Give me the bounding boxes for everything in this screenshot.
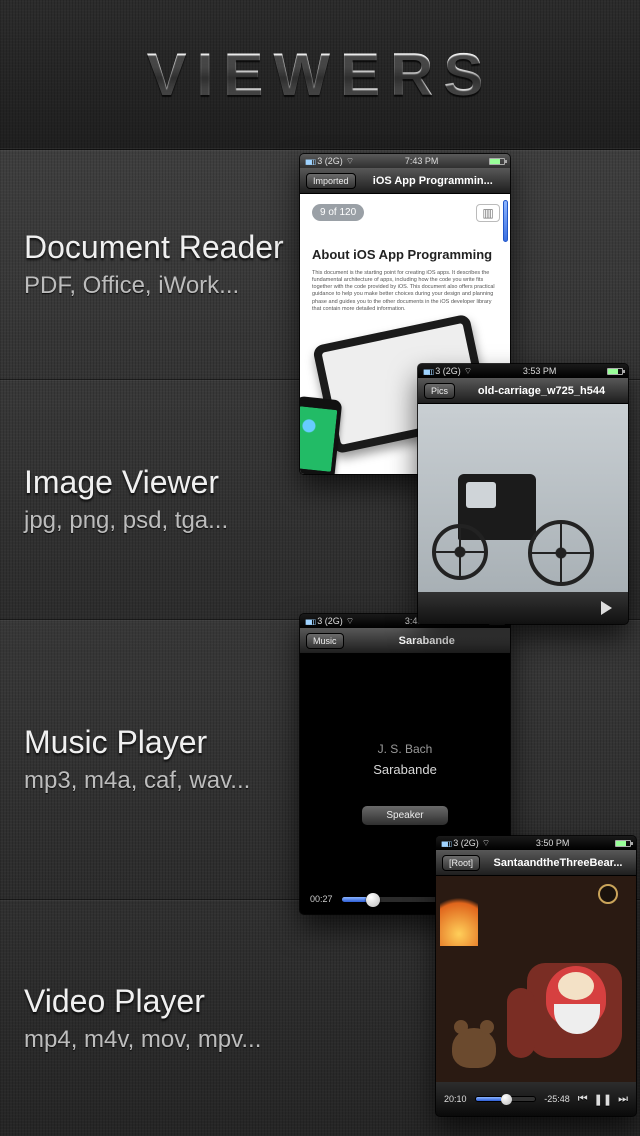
wifi-icon [464, 366, 472, 377]
signal-icon [305, 156, 314, 166]
bear-illustration [452, 1028, 496, 1068]
video-toolbar: 20:10 -25:48 ⏮ ❚❚ ⏭ [436, 1082, 636, 1116]
nav-title: Sarabande [350, 635, 504, 647]
page-counter-badge: 9 of 120 [312, 204, 364, 221]
signal-icon [423, 366, 432, 376]
status-bar: 3 (2G) 3:50 PM [436, 836, 636, 850]
preview-video-player: 3 (2G) 3:50 PM [Root] SantaandtheThreeBe… [436, 836, 636, 1116]
signal-icon [441, 838, 450, 848]
speaker-button[interactable]: Speaker [361, 805, 448, 826]
nav-bar: Imported iOS App Programmin... [300, 168, 510, 194]
time-elapsed: 00:27 [310, 894, 333, 904]
image-toolbar [418, 592, 628, 624]
nav-bar: [Root] SantaandtheThreeBear... [436, 850, 636, 876]
battery-icon [615, 840, 631, 847]
document-heading: About iOS App Programming [312, 247, 498, 262]
scrollbar-thumb[interactable] [503, 200, 508, 242]
battery-icon [607, 368, 623, 375]
clock-label: 3:53 PM [523, 366, 557, 376]
page-header: Viewers [0, 0, 640, 150]
back-button[interactable]: [Root] [442, 855, 480, 871]
carrier-label: 3 (2G) [435, 366, 461, 376]
wifi-icon [346, 156, 354, 167]
status-bar: 3 (2G) 3:53 PM [418, 364, 628, 378]
track-label: Sarabande [373, 762, 437, 777]
back-button[interactable]: Imported [306, 173, 356, 189]
carrier-label: 3 (2G) [317, 156, 343, 166]
wallclock-illustration [598, 884, 618, 904]
carriage-wheel [528, 520, 594, 586]
signal-icon [305, 616, 314, 626]
carriage-wheel [432, 524, 488, 580]
image-canvas[interactable] [418, 404, 628, 592]
battery-icon [489, 158, 505, 165]
nav-title: iOS App Programmin... [362, 175, 504, 187]
fire-illustration [440, 886, 478, 946]
clock-label: 3:50 PM [536, 838, 570, 848]
wifi-icon [482, 838, 490, 849]
iphone-illustration [300, 396, 342, 474]
video-canvas[interactable] [436, 876, 636, 1082]
nav-bar: Music Sarabande [300, 628, 510, 654]
carrier-label: 3 (2G) [317, 616, 343, 626]
seek-slider[interactable] [475, 1096, 537, 1102]
status-bar: 3 (2G) 7:43 PM [300, 154, 510, 168]
newspaper-masthead: The New York Times [331, 330, 458, 366]
nav-bar: Pics old-carriage_w725_h544 [418, 378, 628, 404]
preview-image-viewer: 3 (2G) 3:53 PM Pics old-carriage_w725_h5… [418, 364, 628, 624]
carrier-label: 3 (2G) [453, 838, 479, 848]
toc-button[interactable] [476, 204, 500, 222]
pause-icon[interactable]: ❚❚ [594, 1093, 612, 1106]
page-title: Viewers [147, 40, 494, 109]
nav-title: old-carriage_w725_h544 [461, 385, 622, 397]
clock-label: 7:43 PM [405, 156, 439, 166]
back-button[interactable]: Music [306, 633, 344, 649]
book-icon [482, 206, 493, 220]
back-button[interactable]: Pics [424, 383, 455, 399]
time-elapsed: 20:10 [444, 1094, 467, 1104]
wifi-icon [346, 616, 354, 627]
time-remaining: -25:48 [544, 1094, 570, 1104]
play-icon[interactable] [601, 601, 612, 615]
nav-title: SantaandtheThreeBear... [486, 857, 630, 869]
artist-label: J. S. Bach [378, 742, 433, 756]
document-paragraph: This document is the starting point for … [312, 270, 498, 313]
next-icon[interactable]: ⏭ [618, 1093, 628, 1106]
prev-icon[interactable]: ⏮ [578, 1093, 588, 1106]
